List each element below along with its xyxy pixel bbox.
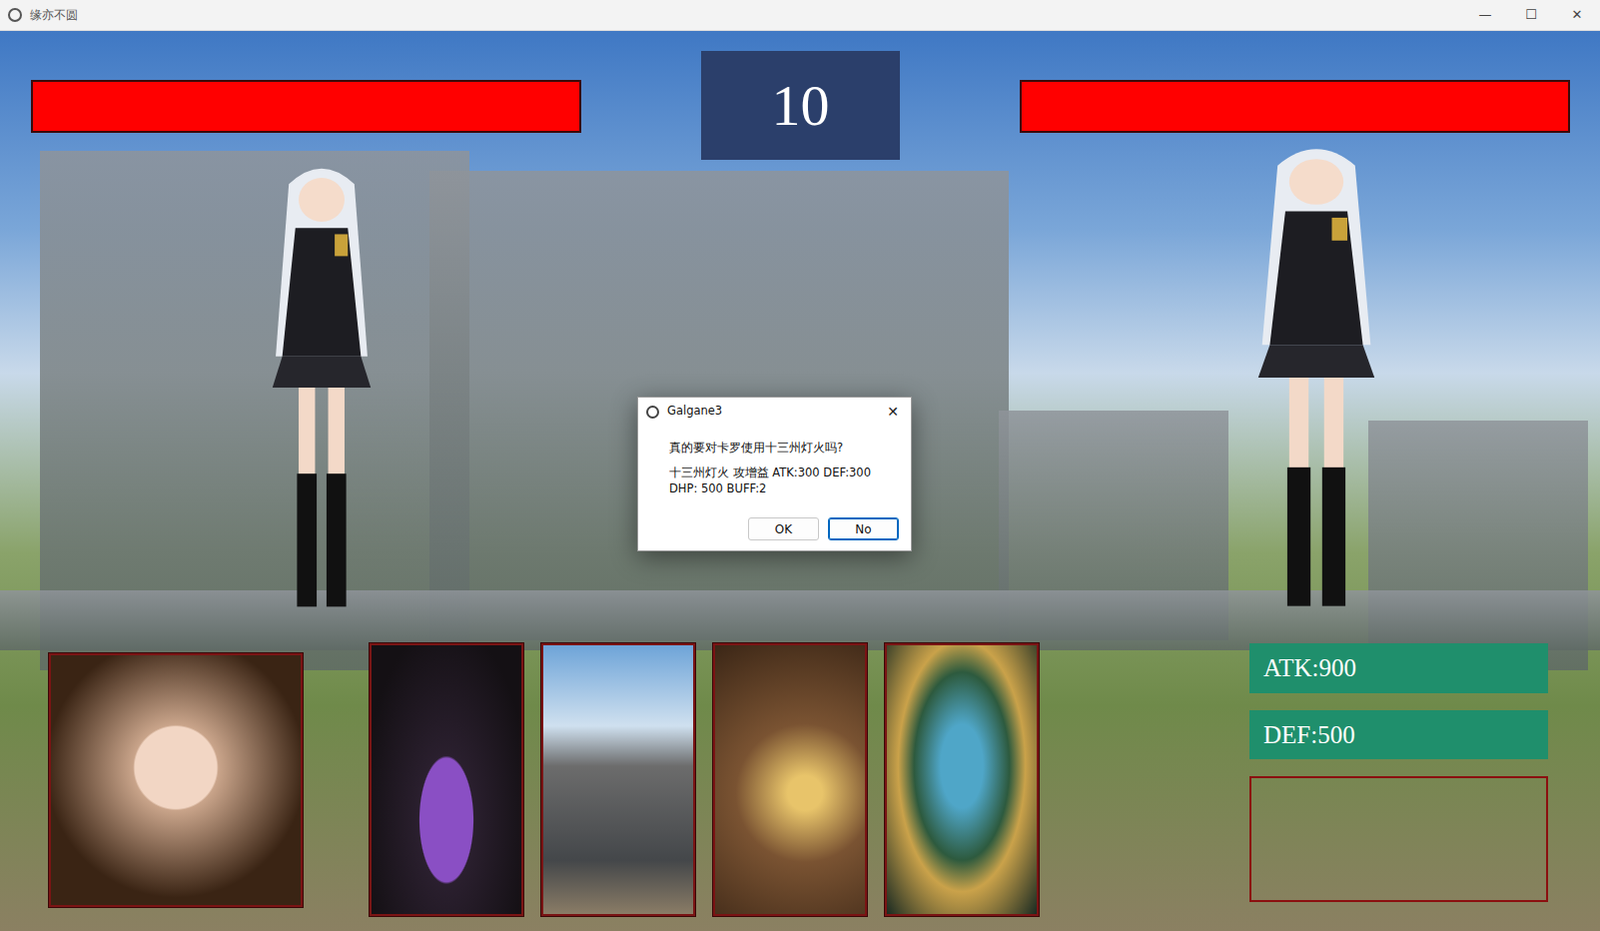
dialog-question: 真的要对卡罗使用十三州灯火吗? — [669, 439, 901, 457]
bottom-hud: ATK:900 DEF:500 — [48, 643, 1549, 916]
dialog-button[interactable]: No — [827, 517, 899, 541]
dialog-title: Galgane3 — [667, 402, 875, 420]
enemy-character — [1219, 132, 1414, 623]
hand-card[interactable] — [48, 653, 303, 907]
dialog-footer: OK No — [638, 509, 911, 551]
enemy-hp-bar — [1019, 79, 1571, 133]
hand-card[interactable] — [369, 643, 524, 916]
dialog-body: 真的要对卡罗使用十三州灯火吗? 十三州灯火 攻增益 ATK:300 DEF:300… — [638, 425, 911, 510]
stat-label: DEF:500 — [1249, 710, 1549, 761]
hand — [48, 643, 1039, 916]
player-character — [239, 152, 404, 623]
stats-panel: ATK:900 DEF:500 — [1249, 643, 1549, 902]
enemy-hp-bar-fill — [1021, 81, 1569, 131]
stat-label: ATK:900 — [1249, 643, 1549, 694]
hand-card[interactable] — [541, 643, 696, 916]
app-icon — [646, 405, 660, 419]
hand-card[interactable] — [884, 643, 1039, 916]
title-group: 缘亦不圆 — [0, 5, 1463, 24]
title-bar: 缘亦不圆 —☐✕ — [0, 0, 1600, 31]
close-button[interactable]: ✕ — [882, 401, 903, 423]
player-hp-bar — [30, 79, 582, 133]
app-icon — [7, 7, 22, 22]
hand-card[interactable] — [713, 643, 867, 916]
confirm-dialog: Galgane3 ✕ 真的要对卡罗使用十三州灯火吗? 十三州灯火 攻增益 ATK:30… — [637, 396, 912, 552]
window-control[interactable]: ☐ — [1508, 4, 1555, 25]
turn-timer: 10 — [701, 50, 900, 160]
dialog-detail: 十三州灯火 攻增益 ATK:300 DEF:300 DHP: 500 BUFF:… — [669, 464, 901, 498]
player-hp-bar-fill — [32, 81, 580, 131]
window-title: 缘亦不圆 — [29, 5, 78, 24]
window-control[interactable]: — — [1462, 4, 1509, 25]
ruin-shape — [0, 590, 1600, 651]
battle-stage: 10ATK:900DEF:500Galgane3✕真的要对卡罗使用十三州灯火吗?… — [0, 30, 1600, 931]
top-hud: 10 — [30, 50, 1571, 160]
empty-slot[interactable] — [1249, 776, 1549, 902]
dialog-title-bar: Galgane3 ✕ — [638, 397, 911, 426]
dialog-button[interactable]: OK — [748, 517, 819, 541]
window-control[interactable]: ✕ — [1554, 4, 1600, 25]
